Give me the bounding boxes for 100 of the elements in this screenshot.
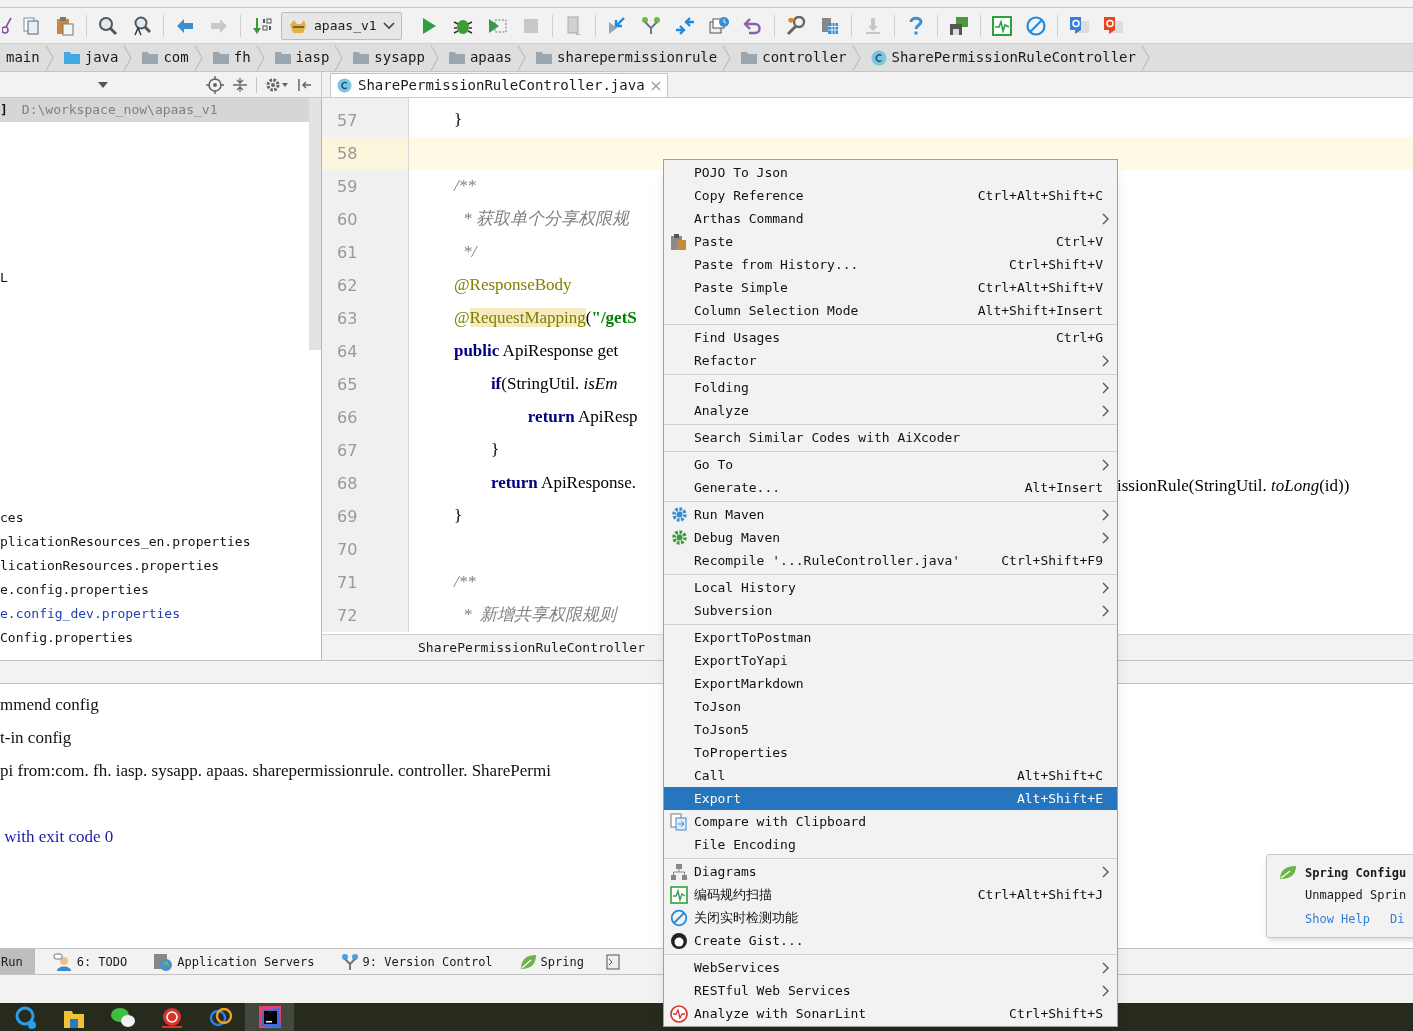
undo-icon[interactable] [742, 15, 763, 36]
tree-item[interactable]: e.config_dev.properties [0, 604, 180, 624]
menu-item[interactable]: Export Alt+Shift+E [664, 787, 1117, 810]
menu-item[interactable]: Call Alt+Shift+C [664, 764, 1117, 787]
tool-window-button[interactable]: Spring [514, 949, 588, 974]
menu-item[interactable]: Find Usages Ctrl+G [664, 326, 1117, 349]
collapse-icon[interactable] [232, 76, 248, 93]
compare-icon [670, 812, 688, 831]
help-icon[interactable] [907, 15, 924, 36]
breadcrumb-item[interactable]: controller [735, 44, 865, 71]
code-line: /** [452, 175, 476, 198]
breadcrumb-item[interactable]: apaas [442, 44, 531, 71]
code-line: @ResponseBody [452, 274, 572, 297]
structure-icon[interactable] [819, 15, 840, 36]
close-icon[interactable] [650, 80, 661, 91]
menu-item[interactable]: Paste Simple Ctrl+Alt+Shift+V [664, 276, 1117, 299]
menu-item[interactable]: ExportToPostman [664, 626, 1117, 649]
menu-item[interactable]: Diagrams [664, 860, 1117, 883]
terminal-icon[interactable] [605, 953, 620, 970]
menu-item[interactable]: File Encoding [664, 833, 1117, 856]
editor-tab[interactable]: SharePermissionRuleController.java [330, 73, 668, 97]
commit-icon[interactable] [640, 15, 661, 36]
notification-link[interactable]: Show Help [1305, 910, 1371, 928]
locate-icon[interactable] [206, 75, 224, 94]
build-icon[interactable] [251, 15, 273, 36]
settings-icon[interactable] [265, 76, 289, 93]
menu-item[interactable]: POJO To Json [664, 161, 1117, 184]
code-line: } [452, 109, 463, 132]
tree-item[interactable]: ces [0, 508, 24, 528]
tool-window-button[interactable]: 9: Version Control [336, 949, 497, 974]
menu-item[interactable]: Folding [664, 376, 1117, 399]
pulse-monitor-icon [670, 885, 688, 904]
copy-icon[interactable] [21, 15, 41, 36]
notification-link[interactable]: Di [1390, 910, 1405, 928]
menu-item[interactable]: Search Similar Codes with AiXcoder [664, 426, 1117, 449]
prohibited-icon[interactable] [1024, 14, 1047, 37]
menu-item[interactable]: RESTful Web Services [664, 979, 1117, 1002]
breadcrumb-item[interactable]: sysapp [347, 44, 443, 71]
tree-node-label[interactable]: ] [0, 100, 8, 120]
folder-icon [353, 51, 370, 64]
tool-window-button[interactable]: 6: TODO [48, 949, 132, 974]
tree-item[interactable]: e.config.properties [0, 580, 149, 600]
person-icon [52, 952, 73, 971]
breadcrumb-item[interactable]: fh [206, 44, 269, 71]
scrollbar[interactable] [309, 98, 321, 350]
menu-item[interactable]: Analyze [664, 399, 1117, 422]
menu-item[interactable]: Generate... Alt+Insert [664, 476, 1117, 499]
history-icon[interactable] [707, 15, 730, 36]
code-line: * 获取单个分享权限规 [462, 208, 629, 231]
paste-icon[interactable] [55, 15, 75, 36]
tool-window-button[interactable]: Application Servers [149, 949, 319, 974]
menu-item[interactable]: ToProperties [664, 741, 1117, 764]
breadcrumb-item[interactable]: java [57, 44, 137, 71]
menu-item[interactable]: Refactor [664, 349, 1117, 372]
menu-item[interactable]: Paste Ctrl+V [664, 230, 1117, 253]
menu-item[interactable]: Compare with Clipboard [664, 810, 1117, 833]
breadcrumb-item[interactable]: main [0, 44, 58, 71]
merge-arrows-icon[interactable] [673, 15, 696, 36]
line-number: 60 [337, 208, 358, 231]
menu-item[interactable]: ToJson5 [664, 718, 1117, 741]
run-configuration-dropdown[interactable]: apaas_v1 [281, 11, 402, 40]
menu-item[interactable]: Create Gist... [664, 929, 1117, 952]
menu-item[interactable]: 编码规约扫描 Ctrl+Alt+Shift+J [664, 883, 1117, 906]
menu-item[interactable]: ExportToYapi [664, 649, 1117, 672]
wrench-icon[interactable] [784, 15, 807, 36]
hide-panel-icon[interactable] [297, 76, 313, 93]
menu-item[interactable]: Column Selection Mode Alt+Shift+Insert [664, 299, 1117, 322]
menu-item[interactable]: Local History [664, 576, 1117, 599]
menu-item[interactable]: Subversion [664, 599, 1117, 622]
console-line: pi from:com. fh. iasp. sysapp. apaas. sharepermissionrule. controller. SharePermi [0, 759, 551, 782]
line-number: 62 [337, 274, 358, 297]
tree-item[interactable]: Config.properties [0, 628, 134, 648]
menu-item[interactable]: Debug Maven [664, 526, 1117, 549]
pulse-monitor-icon[interactable] [990, 14, 1013, 37]
menu-item[interactable]: WebServices [664, 956, 1117, 979]
menu-item[interactable]: Paste from History... Ctrl+Shift+V [664, 253, 1117, 276]
folder-icon [142, 51, 159, 64]
tool-window-button[interactable]: Run [0, 949, 35, 974]
tree-item[interactable]: licationResources.properties [0, 556, 220, 576]
ide-app-icon[interactable] [256, 1004, 283, 1030]
editor-breadcrumb[interactable]: SharePermissionRuleController [418, 637, 645, 658]
gear-icon [670, 506, 688, 523]
menu-item[interactable]: Arthas Command [664, 207, 1117, 230]
breadcrumb-item[interactable]: com [136, 44, 207, 71]
breadcrumb-item[interactable]: iasp [268, 44, 348, 71]
menu-item[interactable]: ToJson [664, 695, 1117, 718]
search-icon[interactable] [98, 15, 118, 36]
caret-icon[interactable] [98, 81, 108, 88]
menu-item[interactable]: 关闭实时检测功能 [664, 906, 1117, 929]
breadcrumb-item[interactable]: SharePermissionRuleController [864, 44, 1154, 71]
menu-item[interactable]: Go To [664, 453, 1117, 476]
tree-item[interactable]: plicationResources_en.properties [0, 532, 251, 552]
find-replace-icon[interactable] [132, 15, 152, 36]
menu-item[interactable]: ExportMarkdown [664, 672, 1117, 695]
tree-item[interactable]: L [0, 268, 8, 288]
menu-item[interactable]: Recompile '...RuleController.java' Ctrl+Shift+F9 [664, 549, 1117, 572]
breadcrumb-item[interactable]: sharepermissionrule [530, 44, 736, 71]
menu-item[interactable]: Run Maven [664, 503, 1117, 526]
chevron-right-icon [429, 43, 439, 72]
menu-item[interactable]: Copy Reference Ctrl+Alt+Shift+C [664, 184, 1117, 207]
